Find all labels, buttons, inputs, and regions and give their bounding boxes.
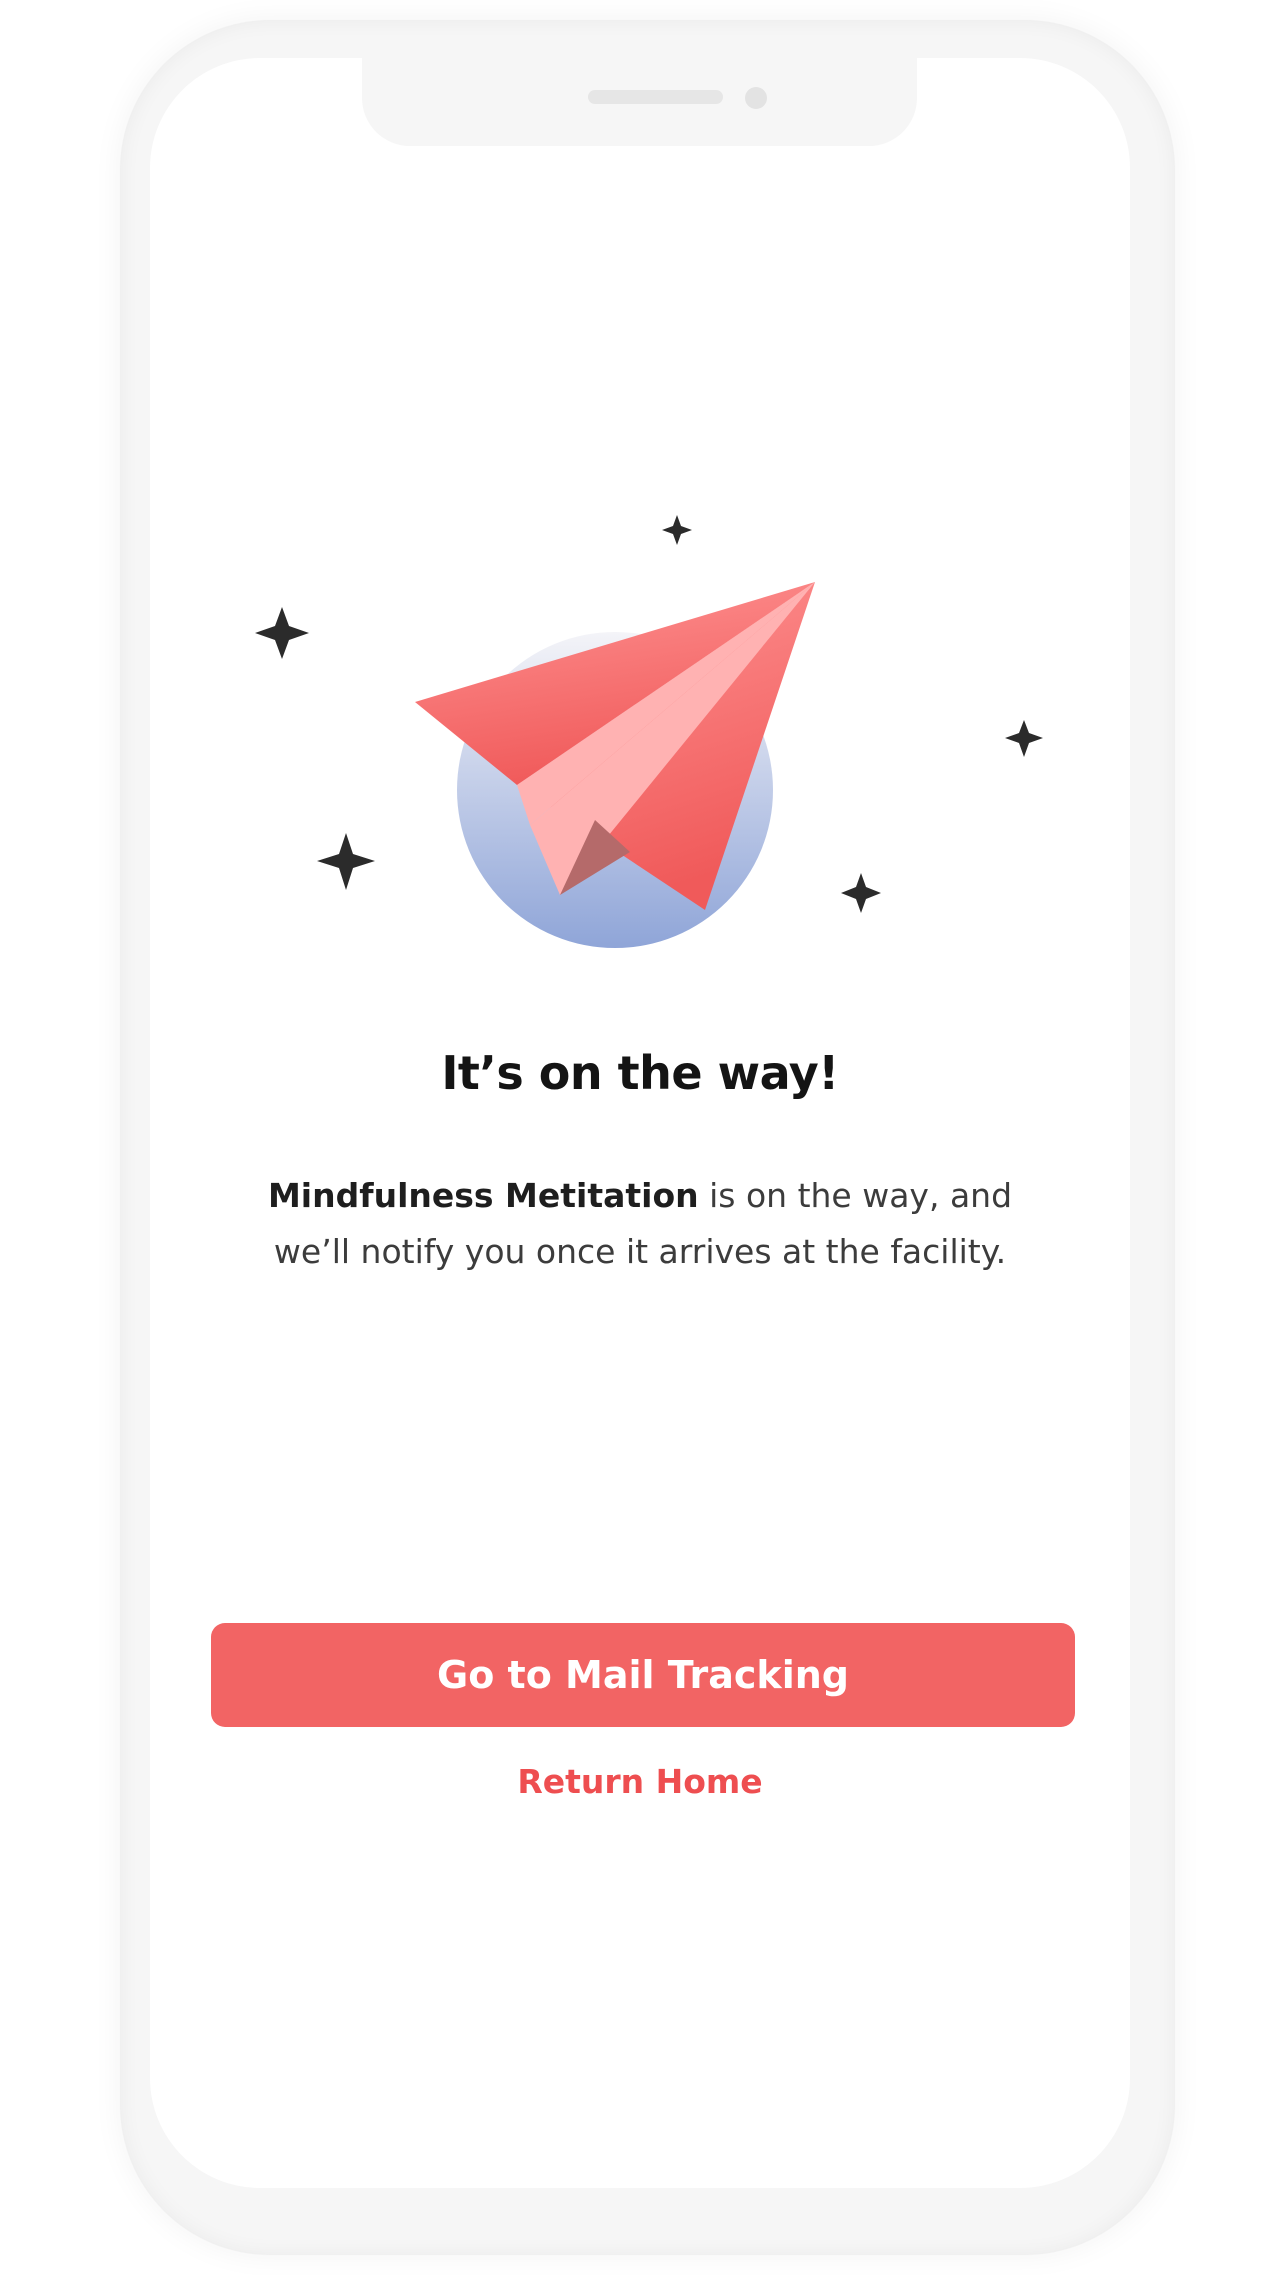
return-home-link[interactable]: Return Home xyxy=(380,1762,900,1801)
front-camera xyxy=(745,87,767,109)
go-to-mail-tracking-button[interactable]: Go to Mail Tracking xyxy=(211,1623,1075,1727)
phone-screen xyxy=(150,58,1130,2188)
confirmation-illustration xyxy=(255,515,1043,948)
confirmation-title: It’s on the way! xyxy=(441,1046,839,1100)
sparkle-icon xyxy=(1005,720,1043,757)
sparkle-icon xyxy=(255,607,309,659)
sparkle-icon xyxy=(662,515,692,545)
sparkle-icon xyxy=(841,873,881,913)
confirmation-message: Mindfulness Metitation is on the way, an… xyxy=(248,1168,1032,1280)
item-name: Mindfulness Metitation xyxy=(267,1176,699,1215)
speaker-grille xyxy=(588,90,723,104)
sparkle-icon xyxy=(317,833,375,890)
